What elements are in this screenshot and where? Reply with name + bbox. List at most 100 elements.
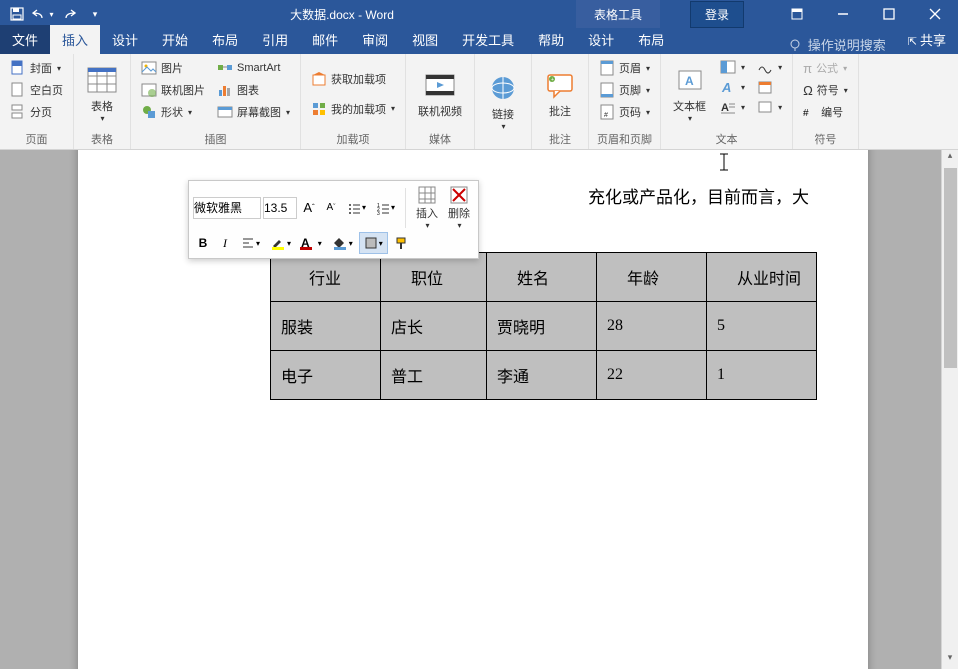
scrollbar-thumb[interactable] <box>944 168 957 368</box>
link-icon <box>487 72 519 104</box>
header-button[interactable]: 页眉▾ <box>595 58 654 78</box>
undo-button[interactable]: ▾ <box>30 0 56 28</box>
table-cell[interactable]: 服装 <box>271 302 381 351</box>
table-cell[interactable]: 电子 <box>271 351 381 400</box>
header-icon <box>599 60 615 76</box>
store-icon <box>311 71 327 87</box>
ribbon-group-illustrations: 图片 联机图片 形状▾ SmartArt 图表 屏幕截图▾ 插图 <box>131 54 301 149</box>
table-cell[interactable]: 5 <box>707 302 817 351</box>
tell-me-search[interactable]: 操作说明搜索 <box>778 35 896 54</box>
chart-button[interactable]: 图表 <box>213 80 294 100</box>
ribbon-group-tables: 表格▾ 表格 <box>74 54 131 149</box>
table-cell[interactable]: 普工 <box>381 351 487 400</box>
tab-help[interactable]: 帮助 <box>526 25 576 54</box>
vertical-scrollbar[interactable]: ▴ ▾ <box>941 150 958 669</box>
smartart-button[interactable]: SmartArt <box>213 58 294 78</box>
svg-text:+: + <box>551 77 554 83</box>
my-addins-button[interactable]: 我的加载项▾ <box>307 99 399 119</box>
table-cell[interactable]: 1 <box>707 351 817 400</box>
datetime-button[interactable] <box>753 78 786 96</box>
bullets-button[interactable]: ▾ <box>343 197 370 219</box>
maximize-button[interactable] <box>866 0 912 28</box>
table-cell[interactable]: 职位 <box>381 253 487 302</box>
tab-developer[interactable]: 开发工具 <box>450 25 526 54</box>
cover-page-button[interactable]: 封面▾ <box>6 58 67 78</box>
tab-file[interactable]: 文件 <box>0 25 50 54</box>
font-size-input[interactable] <box>263 197 297 219</box>
comment-button[interactable]: +批注 <box>538 58 582 129</box>
table-cell[interactable]: 从业时间 <box>707 253 817 302</box>
highlight-button[interactable]: ▾ <box>266 232 295 254</box>
shapes-button[interactable]: 形状▾ <box>137 102 209 122</box>
tab-review[interactable]: 审阅 <box>350 25 400 54</box>
font-family-input[interactable] <box>193 197 261 219</box>
table-button[interactable]: 表格▾ <box>80 58 124 129</box>
quick-parts-button[interactable]: ▾ <box>716 58 749 76</box>
footer-button[interactable]: 页脚▾ <box>595 80 654 100</box>
object-button[interactable]: ▾ <box>753 98 786 116</box>
symbol-button[interactable]: Ω 符号▾ <box>799 80 852 100</box>
online-video-button[interactable]: 联机视频 <box>412 58 468 129</box>
font-color-button[interactable]: A▾ <box>297 232 326 254</box>
ribbon-group-links: 链接▾ <box>475 54 532 149</box>
page-break-button[interactable]: 分页 <box>6 102 67 122</box>
tab-table-design[interactable]: 设计 <box>576 25 626 54</box>
pictures-button[interactable]: 图片 <box>137 58 209 78</box>
table-cell[interactable]: 22 <box>597 351 707 400</box>
number-button[interactable]: #编号 <box>799 102 852 122</box>
wordart-button[interactable]: A▾ <box>716 78 749 96</box>
screenshot-button[interactable]: 屏幕截图▾ <box>213 102 294 122</box>
tab-insert[interactable]: 插入 <box>50 25 100 54</box>
shrink-font-button[interactable]: Aˇ <box>321 197 341 219</box>
borders-button[interactable]: ▾ <box>359 232 388 254</box>
svg-text:A: A <box>685 74 694 88</box>
page-number-button[interactable]: #页码▾ <box>595 102 654 122</box>
close-button[interactable] <box>912 0 958 28</box>
format-painter-button[interactable] <box>390 232 412 254</box>
tab-mailings[interactable]: 邮件 <box>300 25 350 54</box>
table-row: 服装 店长 贾晓明 28 5 <box>271 302 817 351</box>
redo-button[interactable] <box>56 0 82 28</box>
grow-font-button[interactable]: Aˆ <box>299 197 319 219</box>
drop-cap-button[interactable]: A▾ <box>716 98 749 116</box>
qat-customize[interactable]: ▾ <box>82 0 108 28</box>
comment-icon: + <box>544 69 576 101</box>
document-table[interactable]: 行业 职位 姓名 年龄 从业时间 服装 店长 贾晓明 28 5 电子 普工 李通… <box>270 252 817 400</box>
table-cell[interactable]: 店长 <box>381 302 487 351</box>
signature-button[interactable]: ▾ <box>753 58 786 76</box>
italic-button[interactable]: I <box>215 232 235 254</box>
save-button[interactable] <box>4 0 30 28</box>
table-cell[interactable]: 28 <box>597 302 707 351</box>
share-button[interactable]: ⇱ 共享 <box>896 25 958 54</box>
tab-view[interactable]: 视图 <box>400 25 450 54</box>
window-title: 大数据.docx - Word <box>108 6 576 23</box>
table-cell[interactable]: 姓名 <box>487 253 597 302</box>
login-button[interactable]: 登录 <box>690 1 744 28</box>
body-text[interactable]: 充化或产品化，目前而言，大 <box>588 183 809 208</box>
tab-start[interactable]: 开始 <box>150 25 200 54</box>
online-pictures-button[interactable]: 联机图片 <box>137 80 209 100</box>
bold-button[interactable]: B <box>193 232 213 254</box>
align-button[interactable]: ▾ <box>237 232 264 254</box>
textbox-button[interactable]: A文本框▾ <box>667 58 712 129</box>
table-cell[interactable]: 行业 <box>271 253 381 302</box>
delete-icon <box>449 185 469 205</box>
tab-table-layout[interactable]: 布局 <box>626 25 676 54</box>
tab-design[interactable]: 设计 <box>100 25 150 54</box>
table-cell[interactable]: 贾晓明 <box>487 302 597 351</box>
svg-text:#: # <box>803 108 809 119</box>
tab-references[interactable]: 引用 <box>250 25 300 54</box>
table-cell[interactable]: 年龄 <box>597 253 707 302</box>
mini-insert-button[interactable]: 插入▾ <box>412 185 442 230</box>
link-button[interactable]: 链接▾ <box>481 58 525 145</box>
table-cell[interactable]: 李通 <box>487 351 597 400</box>
ribbon-options-button[interactable] <box>774 0 820 28</box>
blank-page-button[interactable]: 空白页 <box>6 80 67 100</box>
numbering-button[interactable]: 123▾ <box>372 197 399 219</box>
mini-delete-button[interactable]: 删除▾ <box>444 185 474 230</box>
get-addins-button[interactable]: 获取加载项 <box>307 69 399 89</box>
insert-icon <box>417 185 437 205</box>
tab-layout[interactable]: 布局 <box>200 25 250 54</box>
shading-button[interactable]: ▾ <box>328 232 357 254</box>
minimize-button[interactable] <box>820 0 866 28</box>
